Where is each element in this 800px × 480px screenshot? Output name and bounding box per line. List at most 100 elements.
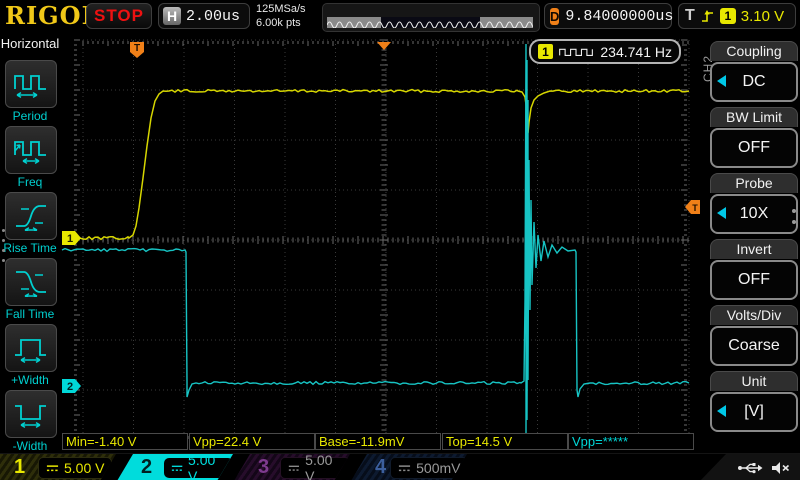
fall-time-button[interactable] bbox=[5, 258, 57, 306]
acquisition-info: 125MSa/s 6.00k pts bbox=[256, 2, 306, 30]
rise-time-label: Rise Time bbox=[0, 241, 60, 255]
left-arrow-icon bbox=[717, 405, 726, 417]
svg-text:2: 2 bbox=[67, 381, 73, 393]
minus-width-icon bbox=[12, 399, 50, 429]
unit-setting[interactable]: Unit [V] bbox=[710, 371, 798, 432]
bw-limit-value: OFF bbox=[738, 139, 770, 157]
minus-width-button[interactable] bbox=[5, 390, 57, 438]
invert-label: Invert bbox=[710, 239, 798, 259]
fall-time-icon bbox=[12, 267, 50, 297]
channel-2-number: 2 bbox=[141, 456, 160, 479]
usb-icon bbox=[737, 461, 763, 475]
window-center-marker bbox=[377, 42, 391, 50]
channel-4-scale: 500mV bbox=[416, 460, 460, 476]
channel-3-scale: 5.00 V bbox=[305, 452, 342, 480]
counter-value: 234.741 Hz bbox=[600, 44, 672, 60]
dc-coupling-icon bbox=[171, 463, 183, 473]
freq-label: Freq bbox=[0, 175, 60, 189]
oscilloscope-screen: RIGOL STOP H 2.00us 125MSa/s 6.00k pts T… bbox=[0, 0, 800, 480]
volts-div-setting[interactable]: Volts/Div Coarse bbox=[710, 305, 798, 366]
delay-value: 9.84000000us bbox=[565, 8, 673, 25]
trace-ch1 bbox=[62, 90, 689, 240]
run-state-label: STOP bbox=[94, 6, 144, 26]
square-wave-icon bbox=[559, 45, 594, 59]
probe-value: 10X bbox=[740, 205, 768, 223]
channel-2-scale: 5.00 V bbox=[188, 452, 226, 480]
timebase-readout[interactable]: H 2.00us bbox=[158, 3, 250, 29]
delay-badge: D bbox=[550, 8, 559, 25]
freq-button[interactable] bbox=[5, 126, 57, 174]
coupling-label: Coupling bbox=[710, 41, 798, 61]
coupling-setting[interactable]: Coupling DC bbox=[710, 41, 798, 102]
channel-1-block[interactable]: 1 5.00 V bbox=[0, 454, 116, 480]
top-status-bar: RIGOL STOP H 2.00us 125MSa/s 6.00k pts T… bbox=[0, 0, 800, 34]
freq-icon bbox=[12, 135, 50, 165]
measurement-vpp-ch1: Vpp=22.4 V bbox=[189, 433, 315, 450]
rising-edge-icon bbox=[700, 9, 715, 24]
trigger-label: T bbox=[685, 7, 695, 25]
measurement-base: Base=-11.9mV bbox=[315, 433, 441, 450]
unit-value: [V] bbox=[744, 403, 764, 421]
frequency-counter: 1 234.741 Hz bbox=[529, 39, 681, 64]
measurement-vpp-ch2: Vpp=***** bbox=[568, 433, 694, 450]
coupling-value: DC bbox=[742, 73, 765, 91]
rise-time-button[interactable] bbox=[5, 192, 57, 240]
speaker-muted-icon bbox=[771, 461, 790, 475]
waveform-svg: T T 1 2 bbox=[60, 33, 700, 453]
channel-3-block[interactable]: 3 5.00 V bbox=[234, 454, 350, 480]
timebase-value: 2.00us bbox=[186, 8, 240, 25]
channel-status-bar: 1 5.00 V 2 5.00 V 3 bbox=[0, 453, 800, 480]
svg-text:T: T bbox=[134, 43, 140, 54]
counter-source-badge: 1 bbox=[538, 44, 553, 59]
run-state-indicator[interactable]: STOP bbox=[86, 3, 152, 29]
unit-label: Unit bbox=[710, 371, 798, 391]
measurement-top: Top=14.5 V bbox=[442, 433, 568, 450]
svg-text:1: 1 bbox=[67, 233, 73, 245]
probe-setting[interactable]: Probe 10X bbox=[710, 173, 798, 234]
left-measure-menu: Horizontal Period Freq Rise Time bbox=[0, 33, 61, 453]
channel-1-scale: 5.00 V bbox=[64, 460, 104, 476]
dc-coupling-icon bbox=[46, 463, 59, 473]
horizontal-position-bar[interactable]: T bbox=[322, 3, 540, 32]
trigger-level-value: 3.10 V bbox=[741, 8, 784, 25]
volts-div-label: Volts/Div bbox=[710, 305, 798, 325]
minus-width-label: -Width bbox=[0, 439, 60, 453]
trigger-source-badge: 1 bbox=[720, 8, 736, 24]
bw-limit-label: BW Limit bbox=[710, 107, 798, 127]
plus-width-label: +Width bbox=[0, 373, 60, 387]
channel-4-block[interactable]: 4 500mV bbox=[351, 454, 467, 480]
dc-coupling-icon bbox=[398, 463, 411, 473]
channel-4-number: 4 bbox=[375, 456, 386, 479]
memory-depth: 6.00k pts bbox=[256, 16, 306, 30]
period-button[interactable] bbox=[5, 60, 57, 108]
left-arrow-icon bbox=[717, 75, 726, 87]
invert-value: OFF bbox=[738, 271, 770, 289]
plus-width-button[interactable] bbox=[5, 324, 57, 372]
menu-scroll-dots bbox=[792, 209, 796, 224]
invert-setting[interactable]: Invert OFF bbox=[710, 239, 798, 300]
left-menu-title: Horizontal bbox=[0, 33, 60, 51]
trigger-readout[interactable]: T 1 3.10 V bbox=[678, 3, 796, 29]
left-arrow-icon bbox=[717, 207, 726, 219]
volts-div-value: Coarse bbox=[728, 337, 780, 355]
sample-rate: 125MSa/s bbox=[256, 2, 306, 16]
fall-time-label: Fall Time bbox=[0, 307, 60, 321]
dc-coupling-icon bbox=[288, 463, 300, 473]
horizontal-badge: H bbox=[163, 7, 181, 25]
memory-waveform-squiggle bbox=[327, 17, 533, 28]
channel-2-block[interactable]: 2 5.00 V bbox=[117, 454, 233, 480]
plus-width-icon bbox=[12, 333, 50, 363]
delay-readout[interactable]: D 9.84000000us bbox=[544, 3, 672, 29]
menu-page-dots bbox=[2, 229, 5, 262]
period-label: Period bbox=[0, 109, 60, 123]
channel-3-number: 3 bbox=[258, 456, 276, 479]
measurement-min: Min=-1.40 V bbox=[62, 433, 188, 450]
channel-settings-menu: CH2 Coupling DC BW Limit OFF Probe 10X I… bbox=[700, 33, 800, 453]
svg-text:T: T bbox=[692, 203, 698, 213]
channel-1-number: 1 bbox=[14, 456, 34, 479]
probe-label: Probe bbox=[710, 173, 798, 193]
rise-time-icon bbox=[12, 201, 50, 231]
period-icon bbox=[12, 69, 50, 99]
system-status-icons bbox=[700, 454, 800, 480]
bw-limit-setting[interactable]: BW Limit OFF bbox=[710, 107, 798, 168]
